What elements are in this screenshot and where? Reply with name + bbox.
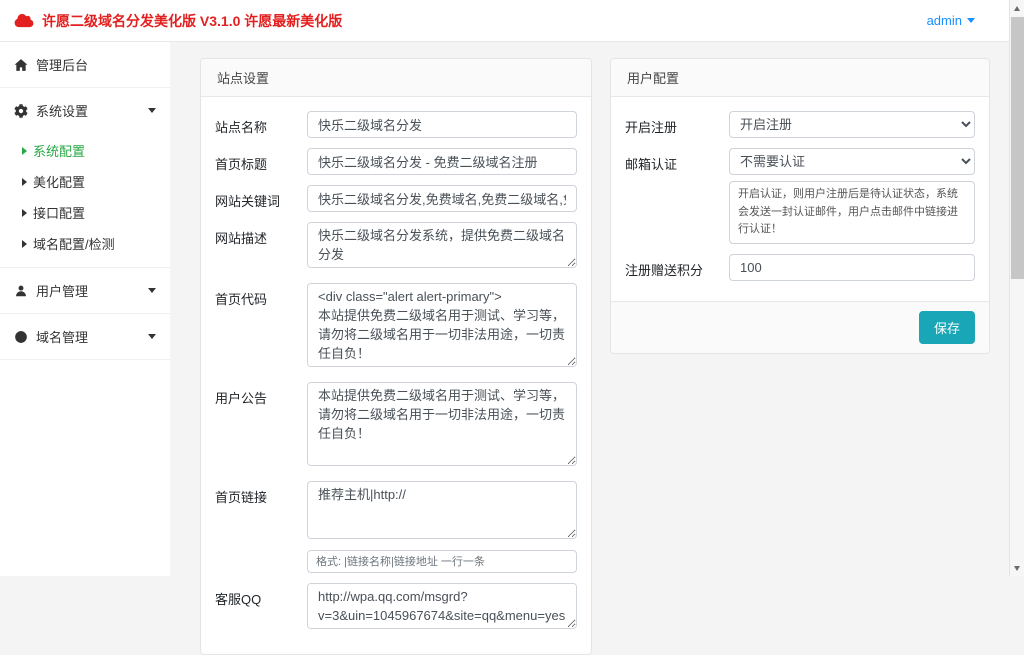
caret-right-icon xyxy=(22,209,27,217)
register-label: 开启注册 xyxy=(625,111,729,136)
form-row: 开启注册 开启注册 xyxy=(625,111,975,138)
home-links-textarea[interactable] xyxy=(307,481,577,539)
keywords-input[interactable] xyxy=(307,185,577,212)
register-select[interactable]: 开启注册 xyxy=(729,111,975,138)
cloud-icon xyxy=(14,13,34,28)
form-row: 注册赠送积分 xyxy=(625,254,975,281)
sidebar-item-dashboard[interactable]: 管理后台 xyxy=(0,42,170,88)
form-row: 站点名称 xyxy=(215,111,577,138)
user-notice-textarea[interactable] xyxy=(307,382,577,466)
sidebar-item-label: 用户管理 xyxy=(36,281,88,300)
sidebar: 管理后台 系统设置 系统配置 美化配置 接口配置 域名配置/检测 xyxy=(0,42,170,576)
service-qq-label: 客服QQ xyxy=(215,583,307,608)
caret-right-icon xyxy=(22,240,27,248)
form-row: 用户公告 xyxy=(215,382,577,471)
description-textarea[interactable] xyxy=(307,222,577,268)
sidebar-item-label: 域名管理 xyxy=(36,327,88,346)
home-code-textarea[interactable] xyxy=(307,283,577,367)
chevron-down-icon xyxy=(967,18,975,23)
form-row: 邮箱认证 不需要认证 开启认证，则用户注册后是待认证状态，系统会发送一封认证邮件… xyxy=(625,148,975,244)
service-qq-textarea[interactable] xyxy=(307,583,577,629)
home-icon xyxy=(14,58,28,72)
sidebar-item-label: 管理后台 xyxy=(36,55,88,74)
content-area: 站点设置 站点名称 首页标题 网站关键词 网站描述 xyxy=(170,42,1009,576)
save-button[interactable]: 保存 xyxy=(919,311,975,344)
site-name-input[interactable] xyxy=(307,111,577,138)
form-row: 首页链接 格式: |链接名称|链接地址 一行一条 xyxy=(215,481,577,573)
site-name-label: 站点名称 xyxy=(215,111,307,136)
user-notice-label: 用户公告 xyxy=(215,382,307,407)
globe-icon xyxy=(14,330,28,344)
chevron-down-icon xyxy=(148,288,156,293)
site-settings-card: 站点设置 站点名称 首页标题 网站关键词 网站描述 xyxy=(200,58,592,655)
sidebar-item-system-settings[interactable]: 系统设置 xyxy=(0,88,170,133)
sidebar-subitem-label: 接口配置 xyxy=(33,203,85,222)
brand: 许愿二级域名分发美化版 V3.1.0 许愿最新美化版 xyxy=(14,11,342,31)
app-title: 许愿二级域名分发美化版 V3.1.0 许愿最新美化版 xyxy=(42,11,342,31)
form-row: 网站关键词 xyxy=(215,185,577,212)
top-navbar: 许愿二级域名分发美化版 V3.1.0 许愿最新美化版 admin xyxy=(0,0,1009,42)
sidebar-item-label: 系统设置 xyxy=(36,101,88,120)
sidebar-subitem-beautify-config[interactable]: 美化配置 xyxy=(0,166,170,197)
chevron-down-icon xyxy=(148,108,156,113)
system-settings-submenu: 系统配置 美化配置 接口配置 域名配置/检测 xyxy=(0,133,170,268)
keywords-label: 网站关键词 xyxy=(215,185,307,210)
form-row: 首页标题 xyxy=(215,148,577,175)
scrollbar-thumb[interactable] xyxy=(1011,17,1024,279)
user-icon xyxy=(14,284,28,298)
site-settings-title: 站点设置 xyxy=(201,59,591,97)
user-config-card: 用户配置 开启注册 开启注册 邮箱认证 不需要认证 开启认证，则用户注册后是待认… xyxy=(610,58,990,354)
sidebar-subitem-domain-config[interactable]: 域名配置/检测 xyxy=(0,228,170,259)
chevron-down-icon xyxy=(148,334,156,339)
home-links-format-hint: 格式: |链接名称|链接地址 一行一条 xyxy=(307,550,577,573)
sidebar-subitem-label: 美化配置 xyxy=(33,172,85,191)
main-layout: 管理后台 系统设置 系统配置 美化配置 接口配置 域名配置/检测 xyxy=(0,42,1009,576)
sidebar-item-user-management[interactable]: 用户管理 xyxy=(0,268,170,314)
home-links-label: 首页链接 xyxy=(215,481,307,506)
user-config-footer: 保存 xyxy=(611,301,989,353)
sidebar-item-domain-management[interactable]: 域名管理 xyxy=(0,314,170,360)
home-title-label: 首页标题 xyxy=(215,148,307,173)
form-row: 首页代码 xyxy=(215,283,577,372)
page-scrollbar[interactable] xyxy=(1009,0,1024,576)
form-row: 客服QQ xyxy=(215,583,577,634)
caret-right-icon xyxy=(22,178,27,186)
register-points-label: 注册赠送积分 xyxy=(625,254,729,279)
gear-icon xyxy=(14,104,28,118)
scroll-down-icon[interactable] xyxy=(1010,560,1024,576)
caret-right-icon xyxy=(22,147,27,155)
sidebar-subitem-label: 域名配置/检测 xyxy=(33,234,115,253)
user-config-title: 用户配置 xyxy=(611,59,989,97)
home-title-input[interactable] xyxy=(307,148,577,175)
sidebar-subitem-system-config[interactable]: 系统配置 xyxy=(0,135,170,166)
email-verify-select[interactable]: 不需要认证 xyxy=(729,148,975,175)
admin-menu-label: admin xyxy=(927,13,962,28)
sidebar-subitem-label: 系统配置 xyxy=(33,141,85,160)
admin-menu[interactable]: admin xyxy=(927,13,975,28)
description-label: 网站描述 xyxy=(215,222,307,247)
register-points-input[interactable] xyxy=(729,254,975,281)
scroll-up-icon[interactable] xyxy=(1010,0,1024,16)
email-verify-label: 邮箱认证 xyxy=(625,148,729,173)
sidebar-subitem-api-config[interactable]: 接口配置 xyxy=(0,197,170,228)
home-code-label: 首页代码 xyxy=(215,283,307,308)
form-row: 网站描述 xyxy=(215,222,577,273)
email-verify-hint: 开启认证，则用户注册后是待认证状态，系统会发送一封认证邮件，用户点击邮件中链接进… xyxy=(729,181,975,244)
